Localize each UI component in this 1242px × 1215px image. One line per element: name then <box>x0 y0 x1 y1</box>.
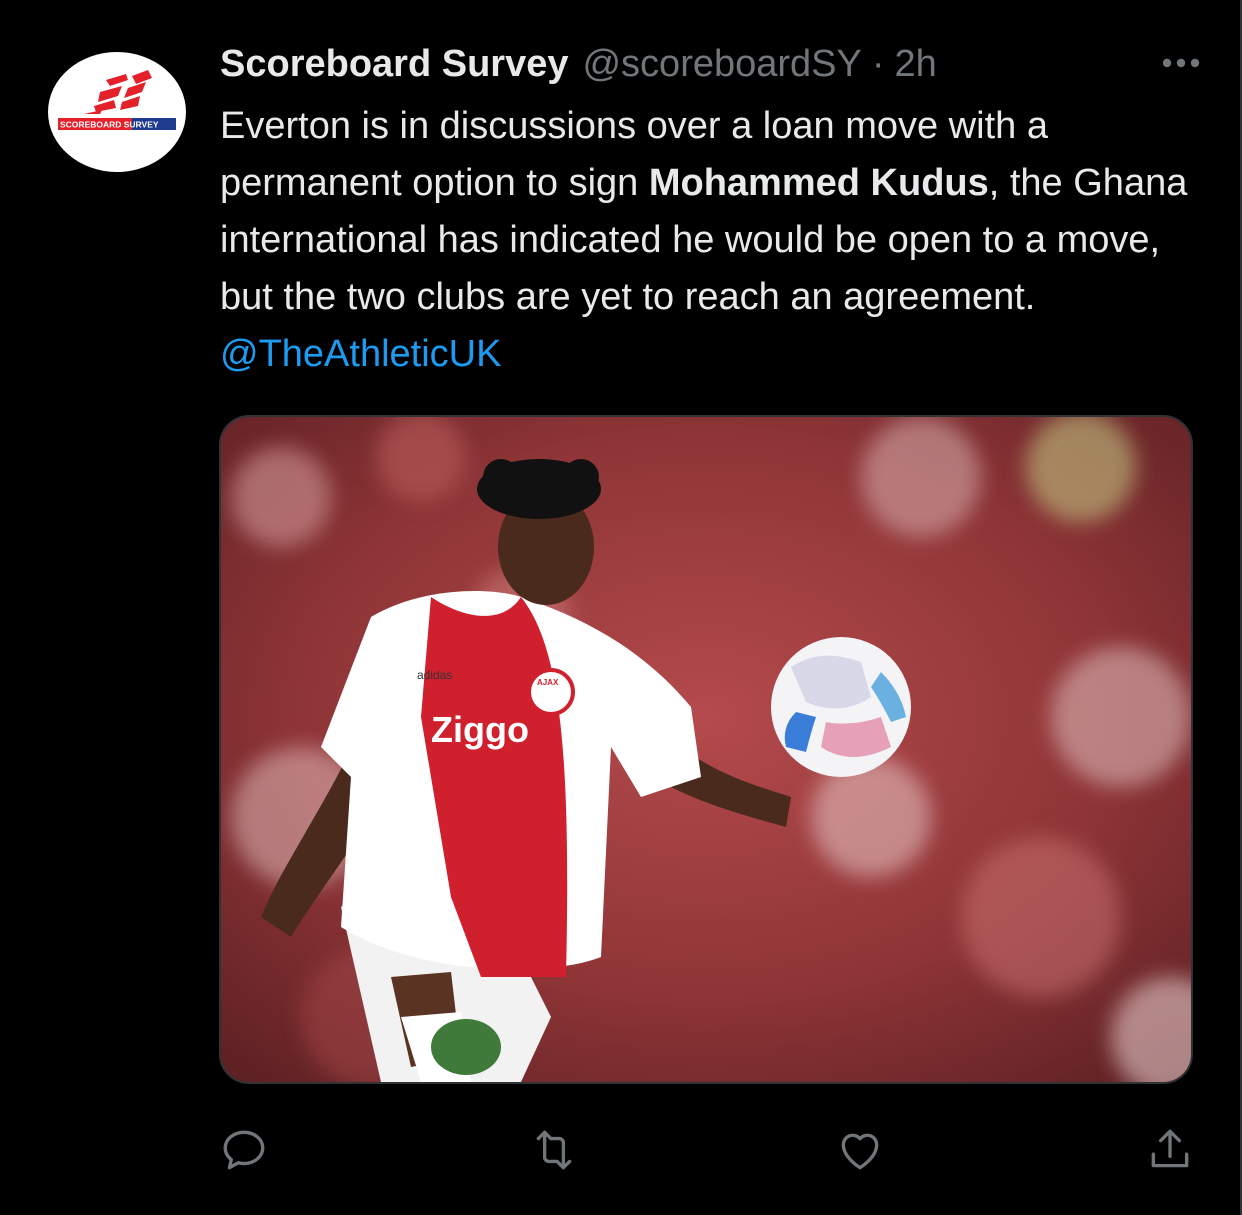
retweet-icon <box>536 1130 572 1170</box>
tweet-card: SCOREBOARD SURVEY Scoreboard Survey @sco… <box>0 0 1242 1215</box>
football-player-photo: Ziggo AJAX adidas <box>221 417 1191 1082</box>
reply-icon <box>223 1130 265 1170</box>
tweet-media-photo[interactable]: Ziggo AJAX adidas <box>219 415 1193 1084</box>
avatar[interactable]: SCOREBOARD SURVEY <box>48 52 186 172</box>
timestamp[interactable]: 2h <box>895 43 937 86</box>
tweet-actions-bar <box>0 1120 1242 1180</box>
like-button[interactable] <box>830 1120 890 1180</box>
share-icon <box>1151 1129 1189 1168</box>
tweet-text-bold-name: Mohammed Kudus <box>648 162 989 204</box>
shirt-sponsor-text: Ziggo <box>431 709 529 750</box>
mention-link[interactable]: @TheAthleticUK <box>220 333 501 375</box>
display-name[interactable]: Scoreboard Survey <box>220 43 568 86</box>
retweet-button[interactable] <box>524 1120 584 1180</box>
more-options-icon[interactable] <box>1158 48 1204 78</box>
logo-text: SCOREBOARD SURVEY <box>60 120 159 130</box>
kit-brand-text: adidas <box>417 668 452 682</box>
crest-text: AJAX <box>537 678 559 687</box>
tweet-text: Everton is in discussions over a loan mo… <box>220 98 1210 383</box>
scoreboard-survey-logo: SCOREBOARD SURVEY <box>58 70 176 130</box>
like-icon <box>841 1133 879 1170</box>
separator-dot: · <box>871 42 885 85</box>
tweet-header: Scoreboard Survey @scoreboardSY · 2h <box>220 38 1200 90</box>
football <box>771 637 911 777</box>
reply-button[interactable] <box>214 1120 274 1180</box>
user-handle[interactable]: @scoreboardSY <box>582 43 861 86</box>
share-button[interactable] <box>1140 1120 1200 1180</box>
